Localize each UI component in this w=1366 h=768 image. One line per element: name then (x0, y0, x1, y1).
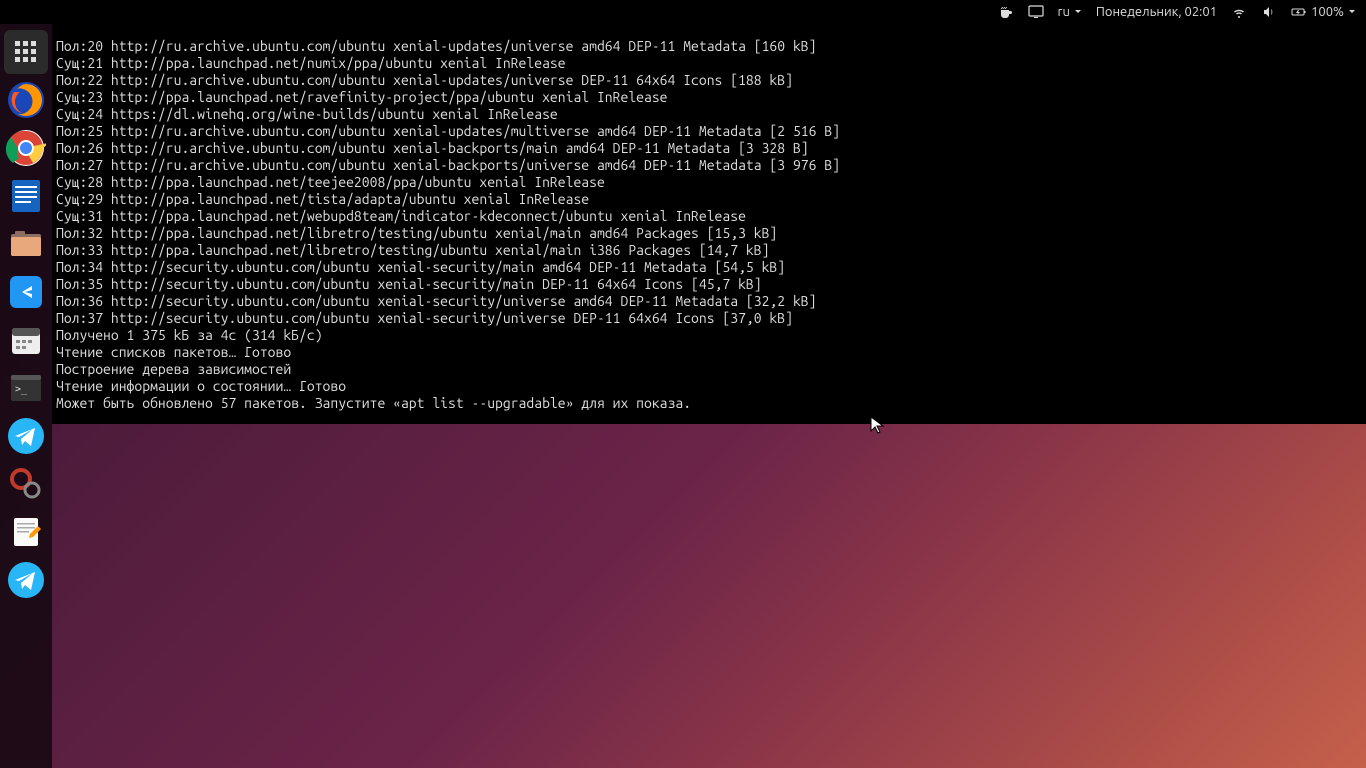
terminal-output-line: Пол:25 http://ru.archive.ubuntu.com/ubun… (56, 123, 1362, 140)
unity-launcher: >_ (0, 24, 52, 768)
display-indicator-icon[interactable] (1028, 4, 1044, 20)
terminal-output-line: Построение дерева зависимостей (56, 361, 1362, 378)
terminal-icon[interactable]: >_ (4, 366, 48, 410)
battery-indicator[interactable]: 100% (1291, 4, 1356, 20)
terminal-output-line: Сущ:29 http://ppa.launchpad.net/tista/ad… (56, 191, 1362, 208)
terminal-output-line: Пол:20 http://ru.archive.ubuntu.com/ubun… (56, 38, 1362, 55)
terminal-output-line: Может быть обновлено 57 пакетов. Запусти… (56, 395, 1362, 412)
terminal-output-line: Пол:33 http://ppa.launchpad.net/libretro… (56, 242, 1362, 259)
language-label: ru (1058, 5, 1070, 19)
mouse-cursor-icon (870, 416, 886, 436)
terminal-output-line: Чтение информации о состоянии… Готово (56, 378, 1362, 395)
terminal-output-line: Получено 1 375 kБ за 4с (314 kБ/c) (56, 327, 1362, 344)
file-manager-icon[interactable] (4, 222, 48, 266)
terminal-output-line: Сущ:31 http://ppa.launchpad.net/webupd8t… (56, 208, 1362, 225)
terminal-output-line: Пол:32 http://ppa.launchpad.net/libretro… (56, 225, 1362, 242)
share-icon[interactable] (4, 270, 48, 314)
text-editor-icon[interactable] (4, 510, 48, 554)
battery-icon (1291, 4, 1307, 20)
clock-label: Понедельник, 02:01 (1096, 5, 1217, 19)
terminal-output-line: Сущ:24 https://dl.winehq.org/wine-builds… (56, 106, 1362, 123)
terminal-output-line: Чтение списков пакетов… Готово (56, 344, 1362, 361)
wifi-indicator-icon[interactable] (1231, 4, 1247, 20)
top-menu-bar: ru Понедельник, 02:01 100% (0, 0, 1366, 24)
telegram-icon[interactable] (4, 414, 48, 458)
calendar-icon[interactable] (4, 318, 48, 362)
terminal-output-line: Пол:34 http://security.ubuntu.com/ubuntu… (56, 259, 1362, 276)
terminal-output-line: Пол:26 http://ru.archive.ubuntu.com/ubun… (56, 140, 1362, 157)
terminal-output-line: Пол:35 http://security.ubuntu.com/ubuntu… (56, 276, 1362, 293)
volume-indicator-icon[interactable] (1261, 4, 1277, 20)
terminal-output-line: Пол:27 http://ru.archive.ubuntu.com/ubun… (56, 157, 1362, 174)
terminal-output-line: Пол:36 http://security.ubuntu.com/ubuntu… (56, 293, 1362, 310)
terminal-output-line: Сущ:23 http://ppa.launchpad.net/ravefini… (56, 89, 1362, 106)
svg-text:>_: >_ (15, 384, 28, 395)
keyboard-language-indicator[interactable]: ru (1058, 5, 1082, 19)
telegram-alt-icon[interactable] (4, 558, 48, 602)
terminal-window[interactable]: Пол:20 http://ru.archive.ubuntu.com/ubun… (52, 0, 1366, 424)
firefox-icon[interactable] (4, 78, 48, 122)
coffee-indicator-icon[interactable] (998, 4, 1014, 20)
apps-grid-icon[interactable] (4, 30, 48, 74)
clock-indicator[interactable]: Понедельник, 02:01 (1096, 5, 1217, 19)
terminal-output-line: Сущ:21 http://ppa.launchpad.net/numix/pp… (56, 55, 1362, 72)
chrome-icon[interactable] (4, 126, 48, 170)
libreoffice-writer-icon[interactable] (4, 174, 48, 218)
terminal-output: Пол:20 http://ru.archive.ubuntu.com/ubun… (56, 38, 1362, 412)
chevron-down-icon (1074, 8, 1082, 16)
settings-gears-icon[interactable] (4, 462, 48, 506)
battery-label: 100% (1311, 5, 1344, 19)
terminal-output-line: Пол:37 http://security.ubuntu.com/ubuntu… (56, 310, 1362, 327)
terminal-output-line: Сущ:28 http://ppa.launchpad.net/teejee20… (56, 174, 1362, 191)
chevron-down-icon (1348, 8, 1356, 16)
terminal-output-line: Пол:22 http://ru.archive.ubuntu.com/ubun… (56, 72, 1362, 89)
